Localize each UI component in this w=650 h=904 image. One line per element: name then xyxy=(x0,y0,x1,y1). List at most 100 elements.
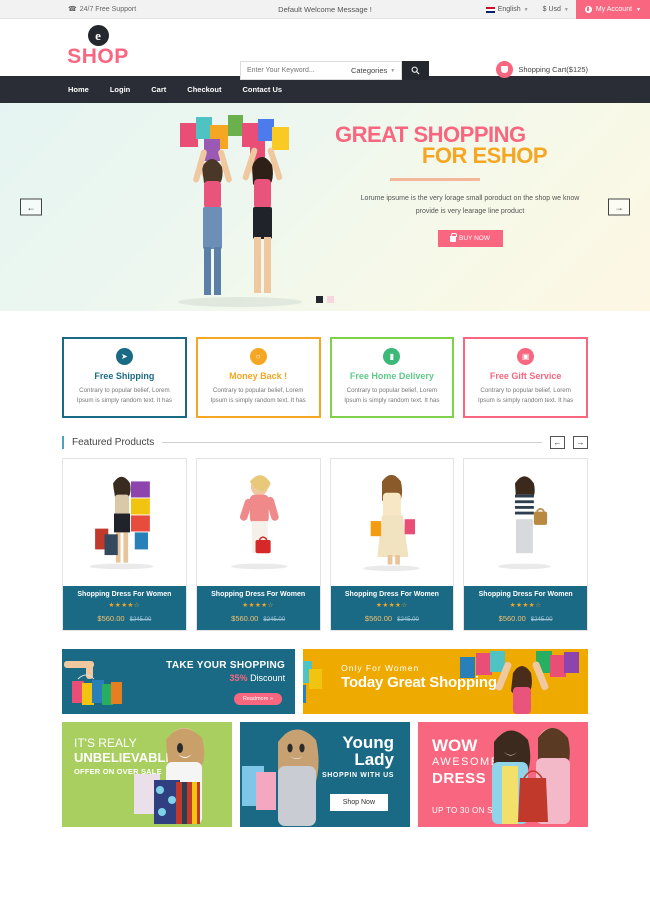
product-old-price: $245.00 xyxy=(129,617,152,623)
section-divider xyxy=(162,442,542,443)
product-rating: ★★★★☆ xyxy=(376,602,408,609)
search-input[interactable] xyxy=(240,61,345,80)
product-price-row: $560.00 $245.00 xyxy=(66,612,183,624)
product-old-price: $245.00 xyxy=(530,617,553,623)
product-price-row: $560.00 $245.00 xyxy=(334,612,451,624)
main-navigation: Home Login Cart Checkout Contact Us xyxy=(0,76,650,103)
section-title: Featured Products xyxy=(72,437,155,448)
product-info: Shopping Dress For Women ★★★★☆ $560.00 $… xyxy=(464,586,587,630)
logo-mark: e xyxy=(87,25,109,46)
product-image xyxy=(464,459,587,586)
nav-item-login[interactable]: Login xyxy=(110,85,130,94)
promo-discount-value: 35% xyxy=(229,673,248,683)
product-card[interactable]: Shopping Dress For Women ★★★★☆ $560.00 $… xyxy=(195,458,321,631)
refresh-icon: ○ xyxy=(249,348,267,365)
cart-icon xyxy=(496,61,514,78)
service-card-free-shipping: ➤ Free Shipping Contrary to popular beli… xyxy=(62,337,187,418)
buy-now-button[interactable]: BUY NOW xyxy=(437,230,503,247)
featured-next-button[interactable]: → xyxy=(573,436,588,449)
service-features: ➤ Free Shipping Contrary to popular beli… xyxy=(0,311,650,418)
section-accent-bar xyxy=(62,436,64,449)
cart-label: Shopping Cart($125) xyxy=(518,65,588,74)
product-price: $560.00 xyxy=(97,614,125,623)
arrow-right-icon: → xyxy=(614,202,624,212)
hero-prev-button[interactable]: ← xyxy=(20,198,42,216)
hero-next-button[interactable]: → xyxy=(608,198,630,216)
product-card[interactable]: Shopping Dress For Women ★★★★☆ $560.00 $… xyxy=(463,458,588,631)
hero-dot-1[interactable] xyxy=(316,296,323,303)
categories-dropdown[interactable]: Categories ▼ xyxy=(345,61,403,80)
service-title: Free Shipping xyxy=(94,371,155,381)
hero-title-line2: FOR ESHOP xyxy=(421,143,548,168)
product-card[interactable]: Shopping Dress For Women ★★★★☆ $560.00 $… xyxy=(62,458,187,631)
product-old-price: $245.00 xyxy=(263,617,286,623)
promo-headline: TAKE YOUR SHOPPING xyxy=(166,660,286,671)
hero-content: GREAT SHOPPING FOR ESHOP Lorume ipsume i… xyxy=(335,122,605,247)
arrow-left-icon: ← xyxy=(553,438,562,447)
product-info: Shopping Dress For Women ★★★★☆ $560.00 $… xyxy=(330,586,454,630)
hero-slider: ← → GREAT SHOPPING FOR ESHOP Lorume ipsu… xyxy=(0,103,650,311)
readmore-button[interactable]: Readmore » xyxy=(233,693,283,705)
promo-discount-suffix: Discount xyxy=(247,673,286,683)
shop-now-button[interactable]: Shop Now xyxy=(329,794,388,811)
service-description: Contrary to popular belief, Lorem Ipsum … xyxy=(344,387,440,404)
product-price: $560.00 xyxy=(498,614,526,623)
promo-banner-unbelievable[interactable]: IT'S REALY UNBELIEVABLE OFFER ON OVER SA… xyxy=(62,722,232,827)
product-card[interactable]: Shopping Dress For Women ★★★★☆ $560.00 $… xyxy=(329,458,455,631)
hero-image xyxy=(150,109,330,309)
user-icon xyxy=(584,6,592,13)
product-rating: ★★★★☆ xyxy=(242,602,274,609)
currency-label: $ Usd xyxy=(542,6,561,13)
search-button[interactable] xyxy=(402,61,430,80)
promo-line-1: Young Lady xyxy=(342,734,394,768)
promo-discount-line: 35% Discount xyxy=(166,673,286,683)
promo-banner-take-your-shopping[interactable]: TAKE YOUR SHOPPING 35% Discount Readmore… xyxy=(62,649,296,714)
paper-plane-icon: ➤ xyxy=(115,348,133,365)
hero-pagination xyxy=(0,296,650,303)
promo-banner-row-1: TAKE YOUR SHOPPING 35% Discount Readmore… xyxy=(0,631,650,714)
language-selector[interactable]: English ▼ xyxy=(479,0,536,19)
hero-title-line1: GREAT SHOPPING xyxy=(335,122,526,147)
product-image xyxy=(63,459,186,586)
nav-item-checkout[interactable]: Checkout xyxy=(187,85,221,94)
nav-item-cart[interactable]: Cart xyxy=(151,85,166,94)
flag-icon xyxy=(485,6,495,13)
service-card-free-gift-service: ▣ Free Gift Service Contrary to popular … xyxy=(463,337,588,418)
product-price: $560.00 xyxy=(364,614,393,623)
featured-prev-button[interactable]: ← xyxy=(550,436,565,449)
product-old-price: $245.00 xyxy=(397,617,419,623)
site-logo[interactable]: e SHOP xyxy=(62,25,134,68)
language-label: English xyxy=(497,6,521,13)
promo-banner-wow-awesome-dress[interactable]: WOW AWESOME DRESS UP TO 30 ON SASLE xyxy=(418,722,588,827)
product-rating: ★★★★☆ xyxy=(108,602,141,609)
product-name: Shopping Dress For Women xyxy=(77,591,172,598)
search-icon xyxy=(411,66,420,75)
chevron-down-icon: ▼ xyxy=(636,6,641,13)
buy-now-label: BUY NOW xyxy=(459,235,490,242)
my-account-label: My Account xyxy=(595,6,633,13)
hero-dot-2[interactable] xyxy=(327,296,334,303)
currency-selector[interactable]: $ Usd ▼ xyxy=(536,0,576,19)
product-list: Shopping Dress For Women ★★★★☆ $560.00 $… xyxy=(0,449,650,631)
service-description: Contrary to popular belief, Lorem Ipsum … xyxy=(477,387,574,404)
chevron-down-icon: ▼ xyxy=(563,6,569,13)
promo-banner-row-2: IT'S REALY UNBELIEVABLE OFFER ON OVER SA… xyxy=(0,714,650,827)
featured-products-header: Featured Products ← → xyxy=(0,418,650,449)
chevron-down-icon: ▼ xyxy=(523,6,529,13)
service-description: Contrary to popular belief, Lorem Ipsum … xyxy=(210,387,306,404)
service-card-free-home-delivery: ▮ Free Home Delivery Contrary to popular… xyxy=(329,337,455,418)
product-info: Shopping Dress For Women ★★★★☆ $560.00 $… xyxy=(63,586,186,630)
promo-banner-young-lady[interactable]: Young Lady SHOPPIN WITH US Shop Now xyxy=(240,722,410,827)
product-name: Shopping Dress For Women xyxy=(211,591,306,598)
shopping-cart[interactable]: Shopping Cart($125) xyxy=(496,61,588,78)
service-description: Contrary to popular belief, Lorem Ipsum … xyxy=(76,387,172,404)
promo-banner-text: TAKE YOUR SHOPPING 35% Discount xyxy=(166,660,285,683)
promo-banner-today-great-shopping[interactable]: Only For Women Today Great Shopping xyxy=(303,649,588,714)
search-bar: Categories ▼ xyxy=(240,61,430,80)
my-account-menu[interactable]: My Account ▼ xyxy=(575,0,650,19)
categories-label: Categories xyxy=(351,66,388,75)
nav-item-home[interactable]: Home xyxy=(68,85,89,94)
nav-item-contact-us[interactable]: Contact Us xyxy=(242,85,282,94)
service-card-money-back: ○ Money Back ! Contrary to popular belie… xyxy=(195,337,321,418)
product-price-row: $560.00 $245.00 xyxy=(467,612,584,624)
